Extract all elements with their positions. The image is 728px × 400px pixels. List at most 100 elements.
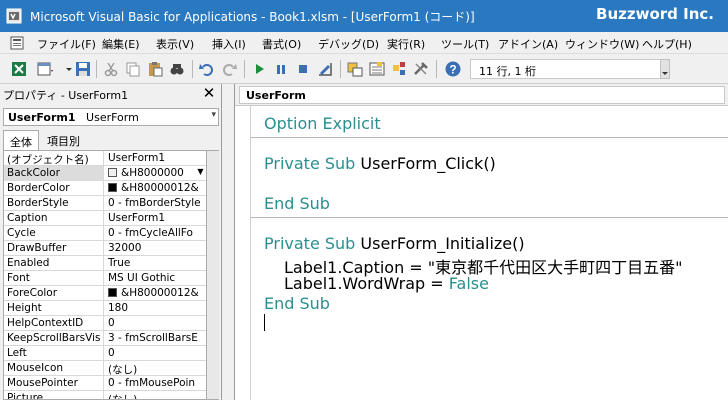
property-value[interactable]: UserForm1 (105, 151, 206, 166)
tab-alphabetic[interactable]: 全体 (3, 130, 39, 150)
property-value[interactable]: &H80000012& (105, 181, 206, 196)
property-row[interactable]: BorderColor &H80000012& (4, 181, 206, 196)
property-row[interactable]: Font MS UI Gothic (4, 271, 206, 286)
property-value[interactable]: (なし) (105, 361, 206, 376)
property-row[interactable]: Left 0 (4, 346, 206, 361)
break-icon[interactable] (272, 60, 290, 78)
property-row[interactable]: MousePointer 0 - fmMousePoin (4, 376, 206, 391)
property-grid: (オブジェクト名) UserForm1 BackColor &H8000000 ▼ Bor… (3, 150, 207, 400)
code-line[interactable]: Option Explicit (264, 114, 381, 133)
cut-icon[interactable] (102, 60, 120, 78)
property-name: Height (4, 301, 104, 316)
chevron-down-icon[interactable]: ▼ (195, 167, 206, 179)
code-line[interactable]: End Sub (264, 294, 330, 313)
property-row[interactable]: DrawBuffer 32000 (4, 241, 206, 256)
property-value-text: 0 (108, 317, 115, 329)
menu-run[interactable]: 実行(R) (387, 36, 425, 52)
toolbar-separator (192, 60, 193, 78)
object-selector[interactable]: UserForm1 UserForm ▾ (3, 108, 219, 126)
menu-window[interactable]: ウィンドウ(W) (565, 36, 639, 52)
property-value-text: (なし) (108, 364, 138, 376)
code-text: Label1.WordWrap = (284, 274, 449, 293)
property-name: (オブジェクト名) (4, 151, 104, 166)
insert-dropdown-icon[interactable] (60, 60, 72, 78)
property-row[interactable]: KeepScrollBarsVis 3 - fmScrollBarsE (4, 331, 206, 346)
toolbox-icon[interactable] (412, 60, 430, 78)
property-name: Cycle (4, 226, 104, 241)
project-explorer-icon[interactable] (346, 60, 364, 78)
code-keyword: Private Sub (264, 154, 356, 173)
properties-window-icon[interactable] (368, 60, 386, 78)
property-name: Font (4, 271, 104, 286)
menu-insert[interactable]: 挿入(I) (212, 36, 246, 52)
property-value[interactable]: True (105, 256, 206, 271)
chevron-down-icon[interactable]: ▾ (211, 110, 216, 120)
property-value[interactable]: 0 - fmBorderStyle (105, 196, 206, 211)
property-row[interactable]: BackColor &H8000000 ▼ (4, 166, 206, 181)
code-keyword: Option Explicit (264, 114, 381, 133)
menu-file[interactable]: ファイル(F) (37, 36, 96, 52)
save-icon[interactable] (74, 60, 92, 78)
property-value[interactable]: 180 (105, 301, 206, 316)
menu-debug[interactable]: デバッグ(D) (318, 36, 379, 52)
property-value[interactable]: 3 - fmScrollBarsE (105, 331, 206, 346)
code-line[interactable]: End Sub (264, 194, 330, 213)
property-value[interactable]: 0 - fmCycleAllFo (105, 226, 206, 241)
menu-addins[interactable]: アドイン(A) (498, 36, 558, 52)
property-row[interactable]: Enabled True (4, 256, 206, 271)
code-line[interactable]: Label1.WordWrap = False (284, 274, 489, 293)
paste-icon[interactable] (146, 60, 164, 78)
undo-icon[interactable] (198, 60, 216, 78)
property-row[interactable]: ForeColor &H80000012& (4, 286, 206, 301)
vba-app-icon[interactable] (6, 8, 22, 24)
menu-edit[interactable]: 編集(E) (102, 36, 140, 52)
brand-watermark: Buzzword Inc. (596, 5, 714, 23)
property-value[interactable]: 0 (105, 346, 206, 361)
property-row[interactable]: MouseIcon (なし) (4, 361, 206, 376)
design-mode-icon[interactable] (316, 60, 334, 78)
help-icon[interactable]: ? (444, 60, 462, 78)
code-line[interactable]: Private Sub UserForm_Initialize() (264, 234, 525, 253)
property-value[interactable]: 0 - fmMousePoin (105, 376, 206, 391)
property-value[interactable]: 0 (105, 316, 206, 331)
menu-help[interactable]: ヘルプ(H) (642, 36, 692, 52)
property-value[interactable]: &H8000000 ▼ (105, 166, 206, 181)
property-value[interactable]: (なし) (105, 391, 206, 399)
property-name: DrawBuffer (4, 241, 104, 256)
code-margin[interactable] (235, 106, 251, 400)
property-value-text: 0 - fmBorderStyle (108, 197, 201, 209)
property-value-text: UserForm1 (108, 152, 166, 164)
property-value[interactable]: 32000 (105, 241, 206, 256)
insert-userform-icon[interactable] (36, 60, 54, 78)
redo-icon[interactable] (220, 60, 238, 78)
tab-categorized[interactable]: 項目別 (41, 130, 86, 150)
toolbar-options-button[interactable] (660, 59, 670, 79)
object-browser-icon[interactable] (390, 60, 408, 78)
property-row[interactable]: Cycle 0 - fmCycleAllFo (4, 226, 206, 241)
property-value[interactable]: UserForm1 (105, 211, 206, 226)
reset-icon[interactable] (294, 60, 312, 78)
property-row[interactable]: BorderStyle 0 - fmBorderStyle (4, 196, 206, 211)
property-row[interactable]: Picture (なし) (4, 391, 206, 399)
property-row[interactable]: Caption UserForm1 (4, 211, 206, 226)
code-line[interactable]: Private Sub UserForm_Click() (264, 154, 496, 173)
property-value-text: &H80000012& (121, 182, 199, 194)
property-row[interactable]: HelpContextID 0 (4, 316, 206, 331)
view-excel-icon[interactable] (10, 60, 28, 78)
property-value-text: &H80000012& (121, 287, 199, 299)
property-value[interactable]: &H80000012& (105, 286, 206, 301)
object-dropdown[interactable]: UserForm (239, 86, 725, 104)
property-grid-scrollbar[interactable] (207, 150, 219, 400)
run-icon[interactable] (250, 60, 268, 78)
property-value[interactable]: MS UI Gothic (105, 271, 206, 286)
menu-format[interactable]: 書式(O) (262, 36, 301, 52)
find-icon[interactable] (168, 60, 186, 78)
code-text: UserForm_Click() (355, 154, 496, 173)
property-row[interactable]: Height 180 (4, 301, 206, 316)
menu-tools[interactable]: ツール(T) (441, 36, 489, 52)
menu-view[interactable]: 表示(V) (156, 36, 194, 52)
copy-icon[interactable] (124, 60, 142, 78)
close-icon[interactable]: ✕ (200, 84, 218, 102)
document-menu-icon[interactable] (10, 36, 24, 50)
property-row[interactable]: (オブジェクト名) UserForm1 (4, 151, 206, 166)
